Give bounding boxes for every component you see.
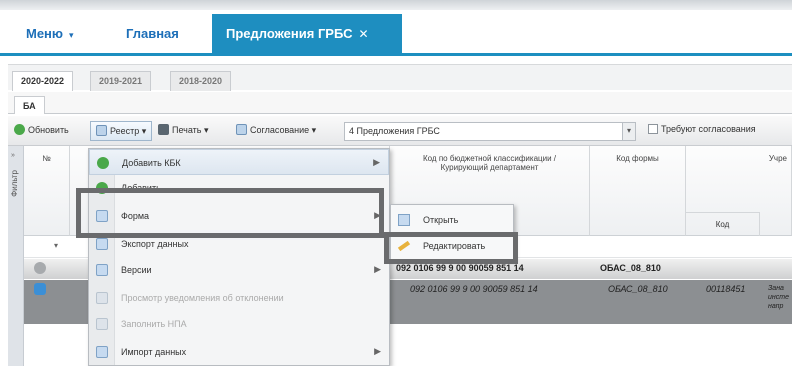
lock-icon xyxy=(34,283,46,295)
versions-icon xyxy=(96,264,108,276)
menu-label: Меню xyxy=(26,26,64,41)
chevron-down-icon: ▾ xyxy=(204,125,209,135)
chevron-down-icon[interactable]: ▾ xyxy=(54,241,58,250)
registry-label: Реестр xyxy=(110,126,140,136)
menu-item-label: Открыть xyxy=(423,215,459,225)
approval-icon xyxy=(236,124,247,135)
pencil-icon xyxy=(397,240,411,252)
approval-label: Согласование xyxy=(250,125,310,135)
menu-item-fill-npa: Заполнить НПА xyxy=(89,311,389,337)
menu-item-versions[interactable]: Версии ▶ xyxy=(89,257,389,283)
tab-ba[interactable]: БА xyxy=(14,96,45,114)
chevron-down-icon: ▾ xyxy=(311,125,317,135)
home-link[interactable]: Главная xyxy=(126,26,179,41)
status-icon xyxy=(34,262,46,274)
menu-item-label: Просмотр уведомления об отклонении xyxy=(121,293,284,303)
menu-item-label: Импорт данных xyxy=(121,347,187,357)
tab-year-2020-2022[interactable]: 2020-2022 xyxy=(12,71,74,91)
tab-year-2018-2020[interactable]: 2018-2020 xyxy=(170,71,232,91)
toolbar: Обновить Реестр ▾ Печать ▾ Согласование … xyxy=(8,116,792,146)
menu-item-label: Версии xyxy=(121,265,152,275)
form-submenu: Открыть Редактировать xyxy=(390,204,514,260)
menu-item-edit[interactable]: Редактировать xyxy=(393,234,511,258)
year-tabs-bar: 2020-2022 2019-2021 2018-2020 xyxy=(8,64,792,91)
registry-button[interactable]: Реестр ▾ xyxy=(90,121,153,141)
close-icon[interactable]: ✕ xyxy=(359,27,369,41)
chevron-right-icon: ▶ xyxy=(374,264,381,274)
needs-approval-label: Требуют согласования xyxy=(661,124,756,134)
menu-item-label: Форма xyxy=(121,211,150,221)
chevron-down-icon: ▾ xyxy=(69,30,74,40)
refresh-label: Обновить xyxy=(28,125,69,135)
chevron-right-icon: ▶ xyxy=(374,346,381,356)
filter-panel[interactable]: » Фильтр xyxy=(8,146,24,366)
filter-panel-label: Фильтр xyxy=(10,170,19,197)
fill-icon xyxy=(96,318,108,330)
form-icon xyxy=(96,210,108,222)
print-button[interactable]: Печать ▾ xyxy=(158,124,209,136)
cell-code: 00118451 xyxy=(706,284,746,294)
registry-icon xyxy=(96,125,107,136)
print-label: Печать xyxy=(172,125,202,135)
menu-item-label: Добавить ... xyxy=(121,183,171,193)
add-icon xyxy=(97,157,109,169)
export-icon xyxy=(96,238,108,250)
cell-form: ОБАС_08_810 xyxy=(608,284,668,294)
notice-icon xyxy=(96,292,108,304)
cell-form: ОБАС_08_810 xyxy=(600,263,661,273)
col-header-number[interactable]: № xyxy=(24,146,70,236)
app-navigation-bar: Меню ▾ Главная Предложения ГРБС ✕ xyxy=(0,10,792,56)
open-icon xyxy=(398,214,410,226)
add-icon xyxy=(96,182,108,194)
col-subheader-code[interactable]: Код xyxy=(686,212,760,236)
menu-item-export[interactable]: Экспорт данных xyxy=(89,231,389,257)
menu-item-view-rejection-notice: Просмотр уведомления об отклонении xyxy=(89,285,389,311)
tab-grbs-proposals[interactable]: Предложения ГРБС ✕ xyxy=(212,14,402,56)
cell-institution: Зана инсте напр xyxy=(768,285,789,310)
menu-item-add-kbk[interactable]: Добавить КБК ▶ xyxy=(89,149,389,175)
chevron-right-icon: ▶ xyxy=(373,157,380,167)
chevron-down-icon: ▾ xyxy=(141,126,147,136)
expand-icon[interactable]: » xyxy=(11,152,15,159)
menu-item-add[interactable]: Добавить ... xyxy=(89,175,389,201)
checkbox-icon[interactable] xyxy=(648,124,658,134)
menu-item-form[interactable]: Форма ▶ xyxy=(89,203,389,229)
approval-button[interactable]: Согласование ▾ xyxy=(236,124,316,136)
menu-button[interactable]: Меню ▾ xyxy=(26,26,74,41)
combo-dropdown-icon[interactable]: ▾ xyxy=(622,122,636,141)
document-type-combo[interactable]: 4 Предложения ГРБС xyxy=(344,122,634,141)
import-icon xyxy=(96,346,108,358)
needs-approval-checkbox[interactable]: Требуют согласования xyxy=(648,124,756,134)
menu-item-label: Редактировать xyxy=(423,241,486,251)
tab-label: Предложения ГРБС xyxy=(226,26,353,41)
menu-item-label: Заполнить НПА xyxy=(121,319,187,329)
menu-item-import[interactable]: Импорт данных ▶ xyxy=(89,339,389,365)
menu-item-label: Добавить КБК xyxy=(122,158,181,168)
col-header-form[interactable]: Код формы xyxy=(590,146,686,236)
window-top-strip xyxy=(0,0,792,10)
chevron-right-icon: ▶ xyxy=(374,210,381,220)
refresh-button[interactable]: Обновить xyxy=(14,124,69,135)
menu-item-open[interactable]: Открыть xyxy=(393,208,511,232)
menu-item-label: Экспорт данных xyxy=(121,239,189,249)
cell-kbk: 092 0106 99 9 00 90059 851 14 xyxy=(396,263,524,273)
tab-year-2019-2021[interactable]: 2019-2021 xyxy=(90,71,152,91)
refresh-icon xyxy=(14,124,25,135)
printer-icon xyxy=(158,124,169,135)
cell-kbk: 092 0106 99 9 00 90059 851 14 xyxy=(410,284,538,294)
registry-context-menu: Добавить КБК ▶ Добавить ... Форма ▶ Эксп… xyxy=(88,148,390,366)
section-tabs-bar: БА xyxy=(8,92,792,114)
